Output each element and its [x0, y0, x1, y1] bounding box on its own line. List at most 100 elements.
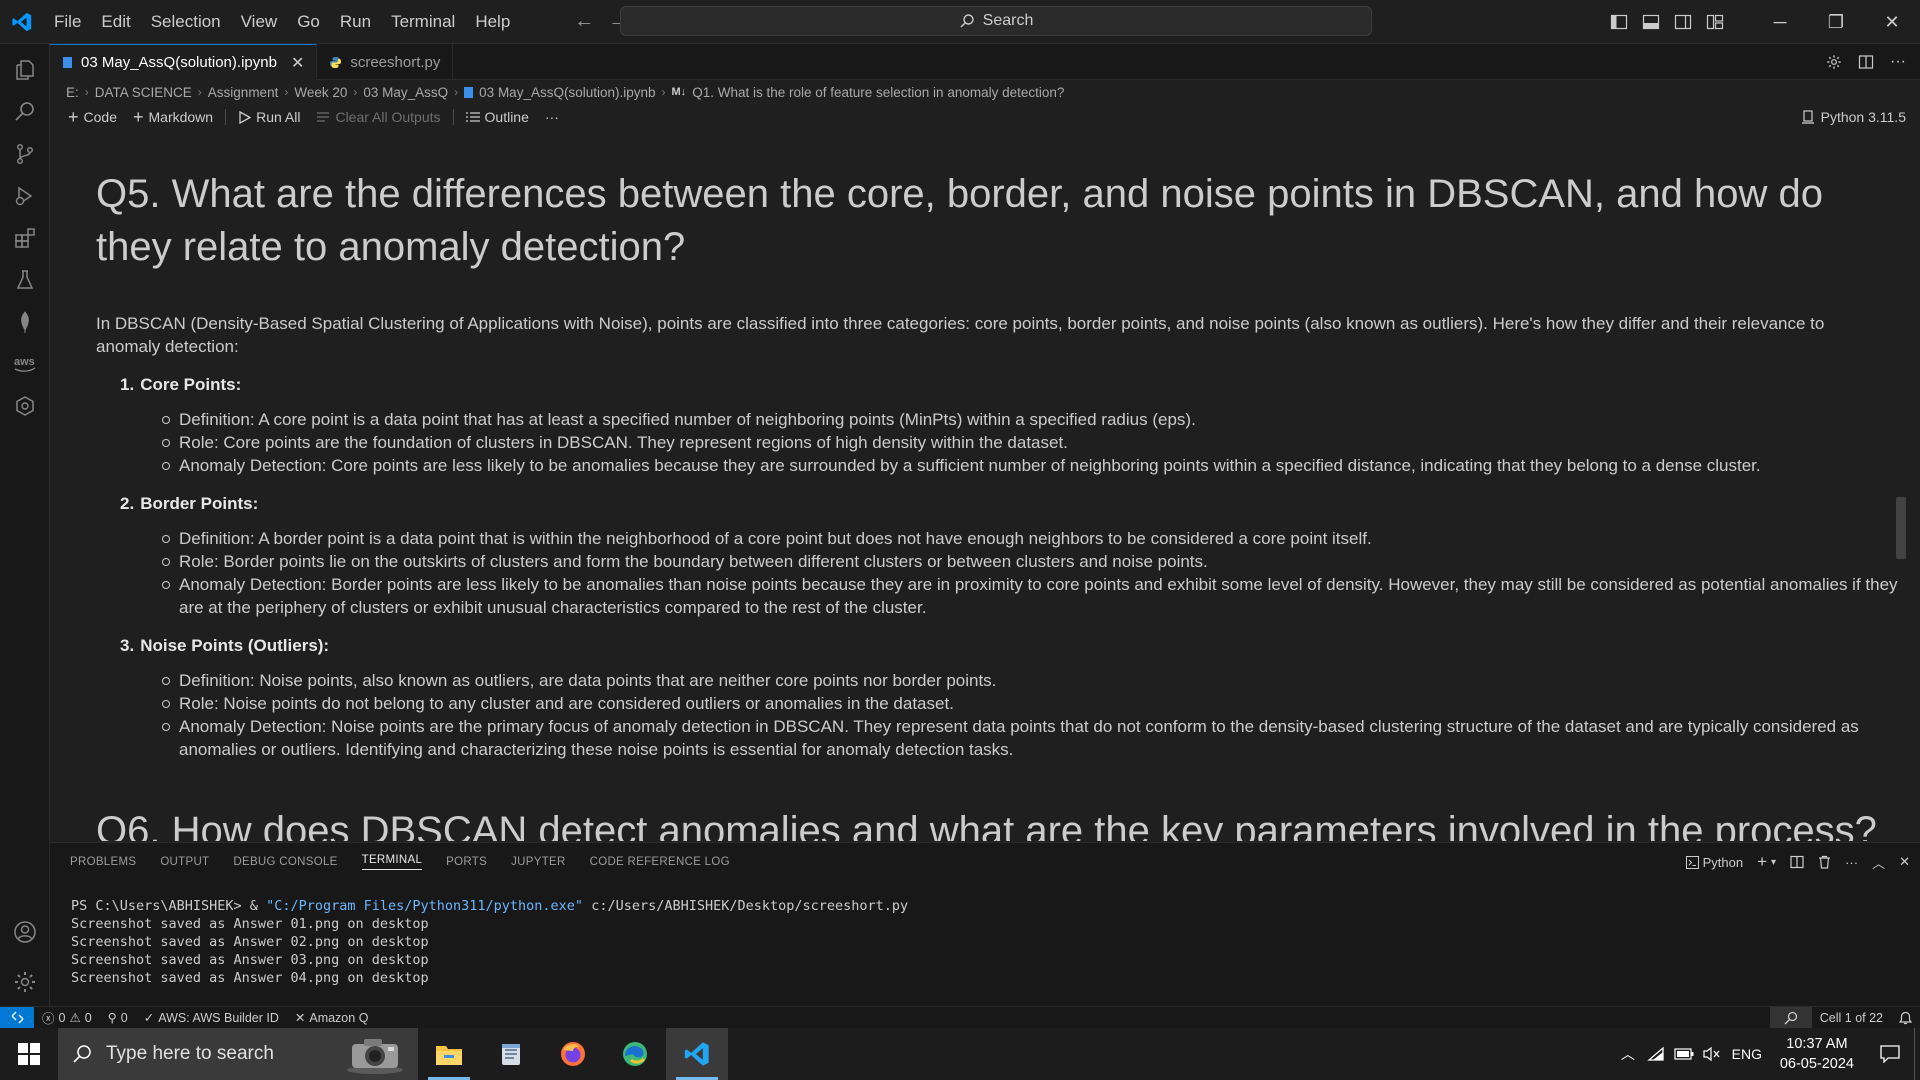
- markdown-cell[interactable]: Q5. What are the differences between the…: [96, 168, 1906, 761]
- windows-start-icon[interactable]: [0, 1028, 58, 1080]
- menu-view[interactable]: View: [231, 0, 288, 44]
- breadcrumb-item[interactable]: Assignment: [208, 85, 279, 100]
- close-icon: ✕: [294, 1011, 306, 1025]
- chevron-up-icon[interactable]: ︿: [1614, 1044, 1642, 1064]
- show-desktop-button[interactable]: [1914, 1028, 1920, 1080]
- tab-ports[interactable]: PORTS: [446, 856, 487, 868]
- scrollbar-thumb[interactable]: [1896, 497, 1906, 559]
- back-arrow-icon[interactable]: ←: [574, 10, 594, 33]
- menu-help[interactable]: Help: [465, 0, 520, 44]
- customize-layout-icon[interactable]: [1706, 13, 1724, 31]
- vscode-taskbar-icon[interactable]: [666, 1028, 728, 1080]
- remote-indicator[interactable]: [0, 1006, 34, 1029]
- amazon-q-status[interactable]: ✕ Amazon Q: [287, 1007, 377, 1029]
- terminal-shell-selector[interactable]: Python: [1685, 855, 1743, 870]
- maximize-panel-icon[interactable]: ︿: [1872, 853, 1885, 872]
- notifications-bell-icon[interactable]: [1891, 1007, 1920, 1029]
- cell-indicator[interactable]: Cell 1 of 22: [1812, 1007, 1891, 1029]
- tab-output[interactable]: OUTPUT: [160, 856, 209, 868]
- split-editor-icon[interactable]: [1858, 54, 1874, 70]
- list-item: Role: Core points are the foundation of …: [162, 431, 1906, 454]
- search-placeholder: Search: [982, 12, 1034, 29]
- close-window-button[interactable]: ✕: [1864, 0, 1920, 44]
- settings-gear-icon[interactable]: [1826, 54, 1842, 70]
- explorer-icon[interactable]: [0, 50, 50, 90]
- ports-status[interactable]: ⚲ 0: [100, 1007, 136, 1029]
- wifi-icon[interactable]: [1642, 1046, 1670, 1062]
- toggle-secondary-sidebar-icon[interactable]: [1674, 13, 1692, 31]
- breadcrumb-item[interactable]: 03 May_AssQ(solution).ipynb: [479, 85, 655, 100]
- menu-bar: File Edit Selection View Go Run Terminal…: [44, 0, 520, 44]
- toggle-primary-sidebar-icon[interactable]: [1610, 13, 1628, 31]
- restore-button[interactable]: ❐: [1808, 0, 1864, 44]
- command-center-search[interactable]: Search: [620, 6, 1372, 36]
- zoom-icon[interactable]: [1769, 1007, 1812, 1029]
- menu-edit[interactable]: Edit: [91, 0, 140, 44]
- close-panel-icon[interactable]: ✕: [1899, 854, 1910, 870]
- more-actions-icon[interactable]: ···: [1845, 855, 1858, 870]
- tab-label: 03 May_AssQ(solution).ipynb: [81, 54, 277, 71]
- new-terminal-plus-icon[interactable]: +: [1757, 852, 1767, 872]
- source-control-icon[interactable]: [0, 134, 50, 174]
- notebook-editor[interactable]: Q5. What are the differences between the…: [51, 134, 1906, 841]
- add-markdown-cell-button[interactable]: + Markdown: [125, 104, 221, 130]
- kill-terminal-trash-icon[interactable]: [1818, 855, 1831, 869]
- mongodb-leaf-icon[interactable]: [0, 302, 50, 342]
- menu-file[interactable]: File: [44, 0, 91, 44]
- run-debug-icon[interactable]: [0, 176, 50, 216]
- breadcrumb-item[interactable]: Week 20: [294, 85, 347, 100]
- firefox-taskbar-icon[interactable]: [542, 1028, 604, 1080]
- menu-go[interactable]: Go: [287, 0, 330, 44]
- manage-gear-icon[interactable]: [0, 962, 50, 1002]
- close-tab-icon[interactable]: ✕: [291, 53, 304, 73]
- breadcrumb-item[interactable]: E:: [66, 85, 79, 100]
- notification-center-icon[interactable]: [1866, 1045, 1914, 1063]
- outline-button[interactable]: Outline: [458, 104, 537, 130]
- amazon-q-icon[interactable]: [0, 386, 50, 426]
- problems-status[interactable]: ⓧ 0 ⚠ 0: [34, 1007, 100, 1029]
- tab-problems[interactable]: PROBLEMS: [70, 856, 136, 868]
- split-terminal-icon[interactable]: [1790, 855, 1804, 869]
- taskbar-search-input[interactable]: Type here to search: [58, 1028, 418, 1080]
- breadcrumb-item[interactable]: DATA SCIENCE: [95, 85, 192, 100]
- aws-icon[interactable]: aws: [0, 344, 50, 384]
- plus-icon: +: [68, 106, 79, 127]
- aws-status[interactable]: ✓ AWS: AWS Builder ID: [136, 1007, 287, 1029]
- tab-python-file[interactable]: screeshort.py: [317, 44, 454, 80]
- tab-code-reference-log[interactable]: CODE REFERENCE LOG: [590, 856, 730, 868]
- add-code-cell-button[interactable]: + Code: [60, 104, 125, 130]
- play-icon: [239, 110, 252, 124]
- battery-icon[interactable]: [1670, 1048, 1698, 1060]
- clear-all-outputs-button[interactable]: Clear All Outputs: [308, 104, 448, 130]
- menu-selection[interactable]: Selection: [141, 0, 231, 44]
- list-item: 1. Core Points:: [120, 375, 242, 394]
- more-actions-icon[interactable]: ···: [537, 104, 567, 130]
- edge-dev-taskbar-icon[interactable]: [604, 1028, 666, 1080]
- volume-muted-icon[interactable]: [1698, 1046, 1726, 1062]
- chevron-down-icon[interactable]: ▾: [1771, 857, 1776, 868]
- run-all-button[interactable]: Run All: [230, 104, 308, 130]
- file-explorer-taskbar-icon[interactable]: [418, 1028, 480, 1080]
- breadcrumb-item[interactable]: Q1. What is the role of feature selectio…: [692, 85, 1064, 100]
- extensions-icon[interactable]: [0, 218, 50, 258]
- tab-jupyter[interactable]: JUPYTER: [511, 856, 566, 868]
- tab-debug-console[interactable]: DEBUG CONSOLE: [233, 856, 337, 868]
- system-clock[interactable]: 10:37 AM 06-05-2024: [1768, 1034, 1866, 1074]
- input-language[interactable]: ENG: [1726, 1046, 1768, 1062]
- menu-run[interactable]: Run: [330, 0, 381, 44]
- accounts-icon[interactable]: [0, 912, 50, 952]
- notepad-taskbar-icon[interactable]: [480, 1028, 542, 1080]
- more-actions-icon[interactable]: ···: [1890, 53, 1906, 71]
- tab-label: screeshort.py: [350, 53, 441, 71]
- breadcrumb-item[interactable]: 03 May_AssQ: [363, 85, 448, 100]
- menu-terminal[interactable]: Terminal: [381, 0, 465, 44]
- testing-flask-icon[interactable]: [0, 260, 50, 300]
- tab-terminal[interactable]: TERMINAL: [361, 854, 423, 870]
- terminal-output[interactable]: PS C:\Users\ABHISHEK> & "C:/Program File…: [71, 897, 908, 987]
- toggle-panel-icon[interactable]: [1642, 13, 1660, 31]
- tab-notebook[interactable]: 03 May_AssQ(solution).ipynb ✕: [50, 44, 318, 80]
- search-view-icon[interactable]: [0, 92, 50, 132]
- minimize-button[interactable]: ─: [1752, 0, 1808, 44]
- kernel-picker[interactable]: Python 3.11.5: [1801, 104, 1906, 130]
- activity-bar: aws: [0, 44, 50, 1006]
